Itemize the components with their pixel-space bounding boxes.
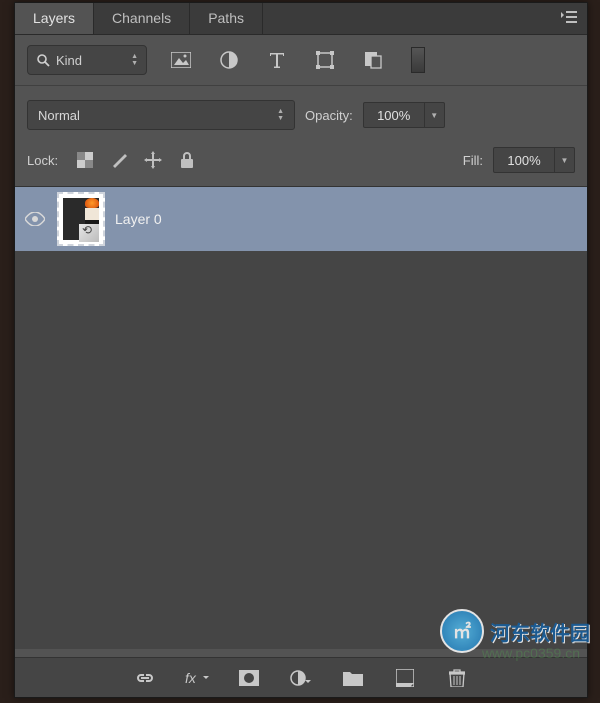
smartobject-badge-icon	[79, 224, 99, 242]
svg-text:fx: fx	[185, 670, 197, 686]
opacity-dropdown-icon[interactable]: ▼	[425, 102, 445, 128]
lock-label: Lock:	[27, 153, 58, 168]
filter-adjustment-icon[interactable]	[215, 46, 243, 74]
layer-mask-icon[interactable]	[236, 665, 262, 691]
blend-row: Normal ▲▼ Opacity: ▼	[15, 86, 587, 140]
new-group-icon[interactable]	[340, 665, 366, 691]
adjustment-layer-icon[interactable]	[288, 665, 314, 691]
filter-kind-dropdown[interactable]: Kind ▲▼	[27, 45, 147, 75]
lock-pixels-icon[interactable]	[102, 146, 136, 174]
link-layers-icon[interactable]	[132, 665, 158, 691]
panel-menu-icon[interactable]	[551, 3, 587, 34]
layer-style-icon[interactable]: fx	[184, 665, 210, 691]
filter-type-icon[interactable]	[263, 46, 291, 74]
filter-toggle-icon[interactable]	[411, 47, 425, 73]
panel-tabs: Layers Channels Paths	[15, 3, 587, 35]
new-layer-icon[interactable]	[392, 665, 418, 691]
filter-pixel-icon[interactable]	[167, 46, 195, 74]
opacity-label: Opacity:	[305, 108, 353, 123]
stepper-icon: ▲▼	[277, 108, 284, 122]
delete-layer-icon[interactable]	[444, 665, 470, 691]
lock-transparency-icon[interactable]	[68, 146, 102, 174]
fill-input[interactable]	[493, 147, 555, 173]
lock-row: Lock: Fill: ▼	[15, 140, 587, 187]
layers-list: Layer 0	[15, 187, 587, 649]
lock-all-icon[interactable]	[170, 146, 204, 174]
filter-row: Kind ▲▼	[15, 35, 587, 86]
fill-control: ▼	[493, 147, 575, 173]
layer-thumbnail[interactable]	[57, 192, 105, 246]
filter-smartobject-icon[interactable]	[359, 46, 387, 74]
layers-panel: Layers Channels Paths Kind ▲▼	[14, 2, 588, 698]
watermark-url: www.pc0359.cn	[482, 645, 580, 661]
watermark-text: 河东软件园	[490, 617, 590, 646]
visibility-icon[interactable]	[23, 212, 47, 226]
tab-channels[interactable]: Channels	[94, 3, 190, 34]
bottom-toolbar: fx	[15, 657, 587, 697]
stepper-icon: ▲▼	[131, 53, 138, 67]
filter-kind-label: Kind	[56, 53, 121, 68]
filter-shape-icon[interactable]	[311, 46, 339, 74]
tab-layers[interactable]: Layers	[15, 3, 94, 34]
lock-position-icon[interactable]	[136, 146, 170, 174]
fill-label: Fill:	[463, 153, 483, 168]
opacity-input[interactable]	[363, 102, 425, 128]
blend-mode-label: Normal	[38, 108, 80, 123]
layer-name[interactable]: Layer 0	[115, 211, 162, 227]
search-icon	[36, 53, 50, 67]
tab-paths[interactable]: Paths	[190, 3, 263, 34]
blend-mode-dropdown[interactable]: Normal ▲▼	[27, 100, 295, 130]
layer-row[interactable]: Layer 0	[15, 187, 587, 251]
fill-dropdown-icon[interactable]: ▼	[555, 147, 575, 173]
opacity-control: ▼	[363, 102, 445, 128]
watermark-logo-icon: ㎡	[440, 609, 484, 653]
